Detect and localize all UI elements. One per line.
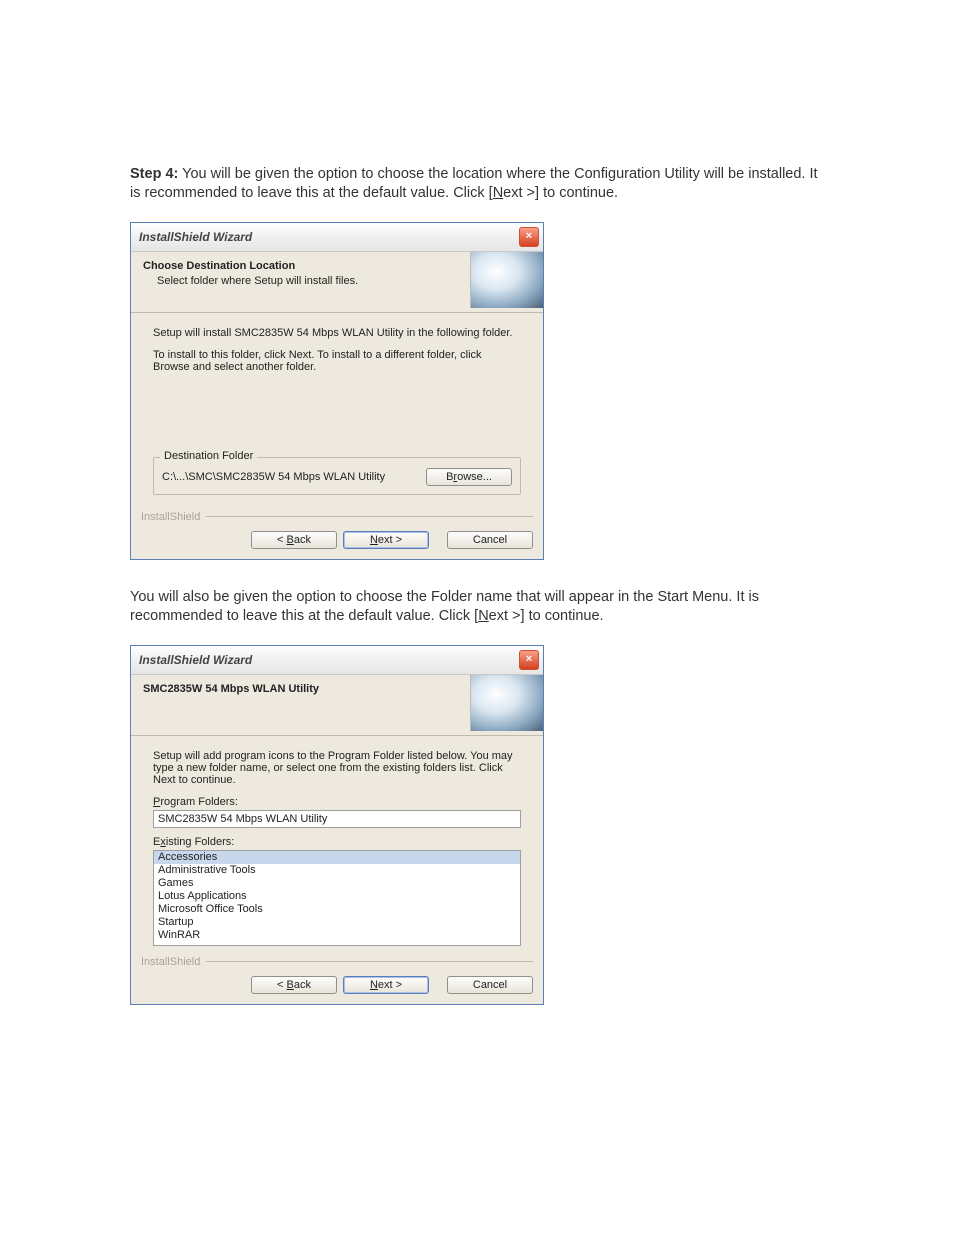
header-graphic [470,252,543,308]
cancel-button[interactable]: Cancel [447,976,533,994]
list-item[interactable]: Startup [154,916,520,929]
program-folders-label: Program Folders: [153,796,521,808]
body-line-1: Setup will add program icons to the Prog… [153,750,521,786]
next-button[interactable]: Next > [343,531,429,549]
dialog-body: Setup will add program icons to the Prog… [131,736,543,956]
list-item[interactable]: Microsoft Office Tools [154,903,520,916]
existing-folders-listbox[interactable]: Accessories Administrative Tools Games L… [153,850,521,946]
list-item[interactable]: Games [154,877,520,890]
titlebar: InstallShield Wizard × [131,223,543,252]
cancel-button[interactable]: Cancel [447,531,533,549]
destination-folder-path: C:\...\SMC\SMC2835W 54 Mbps WLAN Utility [162,471,426,483]
existing-folders-label: Existing Folders: [153,836,521,848]
window-title: InstallShield Wizard [139,653,252,667]
next-button[interactable]: Next > [343,976,429,994]
window-title: InstallShield Wizard [139,230,252,244]
instruction-text-2: You will also be given the option to cho… [130,588,824,627]
brand-row: InstallShield [131,511,543,523]
brand-label: InstallShield [141,956,200,968]
button-row: < Back Next > Cancel [131,523,543,559]
list-item[interactable]: Administrative Tools [154,864,520,877]
dialog-header: Choose Destination Location Select folde… [131,252,543,313]
instruction-text-1: Step 4: You will be given the option to … [130,165,824,204]
back-button[interactable]: < Back [251,531,337,549]
destination-folder-fieldset: Destination Folder C:\...\SMC\SMC2835W 5… [153,457,521,495]
list-item[interactable]: Accessories [154,851,520,864]
body-line-1: Setup will install SMC2835W 54 Mbps WLAN… [153,327,521,339]
step-label: Step 4: [130,166,178,182]
titlebar: InstallShield Wizard × [131,646,543,675]
dialog-body: Setup will install SMC2835W 54 Mbps WLAN… [131,313,543,511]
list-item[interactable]: Lotus Applications [154,890,520,903]
close-icon[interactable]: × [519,227,539,247]
button-row: < Back Next > Cancel [131,968,543,1004]
list-item[interactable]: WinRAR [154,929,520,942]
installshield-dialog-program-folder: InstallShield Wizard × SMC2835W 54 Mbps … [130,645,544,1005]
close-icon[interactable]: × [519,650,539,670]
browse-button[interactable]: Browse... [426,468,512,486]
body-line-2: To install to this folder, click Next. T… [153,349,521,373]
brand-label: InstallShield [141,511,200,523]
dialog-header: SMC2835W 54 Mbps WLAN Utility [131,675,543,736]
installshield-dialog-destination: InstallShield Wizard × Choose Destinatio… [130,222,544,560]
brand-row: InstallShield [131,956,543,968]
back-button[interactable]: < Back [251,976,337,994]
program-folder-input[interactable] [153,810,521,828]
header-graphic [470,675,543,731]
fieldset-legend: Destination Folder [160,450,257,462]
